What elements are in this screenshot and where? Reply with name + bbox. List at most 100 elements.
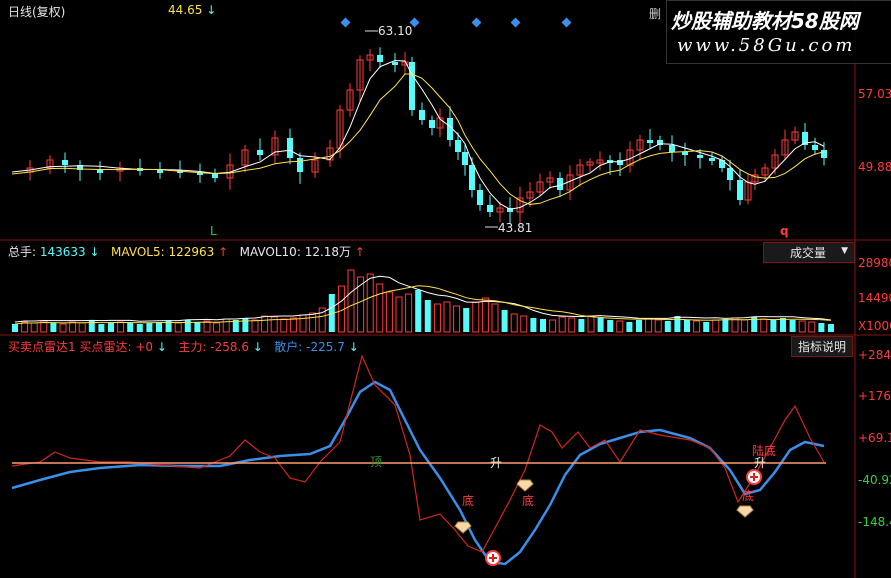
- left-marker: L: [210, 224, 217, 238]
- volume-bar: [213, 322, 221, 333]
- high-label: 63.10: [378, 24, 412, 38]
- gem-icon: [454, 521, 472, 534]
- indicator-header: 买卖点雷达1 买点雷达: +0 ↓ 主力: -258.6 ↓ 散户: -225.…: [8, 338, 359, 355]
- candle-body: [392, 62, 398, 65]
- zhuli-line: [11, 354, 825, 553]
- zhuli-value: -258.6: [210, 340, 249, 354]
- candle-body: [647, 140, 653, 143]
- watermark-line1: 炒股辅助教材58股网: [671, 9, 859, 33]
- volume-bar: [309, 312, 317, 333]
- candle-body: [212, 174, 218, 178]
- volume-bar: [127, 323, 134, 332]
- volume-bar: [30, 322, 38, 333]
- price-chart: [11, 47, 827, 224]
- sanhu-value: -225.7: [306, 340, 345, 354]
- ma5-value: 122963: [168, 245, 215, 259]
- volume-bar: [578, 319, 585, 332]
- volume-bar: [693, 320, 701, 333]
- volume-bar: [98, 324, 105, 332]
- volume-bar: [424, 300, 431, 332]
- candle-body: [669, 145, 675, 152]
- watermark-banner: 删 炒股辅助教材58股网 www.58Gu.com: [649, 0, 891, 64]
- volume-bar: [78, 322, 86, 333]
- signal-diamonds: [340, 17, 572, 28]
- annotation-sheng: 升: [754, 456, 766, 470]
- candle-body: [157, 170, 163, 173]
- ma5-line: [11, 59, 825, 210]
- volume-tick: 28980: [858, 256, 891, 270]
- volume-bar: [828, 324, 834, 332]
- volume-bar: [587, 315, 595, 333]
- volume-bar: [645, 318, 653, 333]
- volume-bar: [174, 322, 182, 333]
- indicator-tick: +284.2: [858, 348, 891, 362]
- candle-body: [287, 138, 293, 158]
- candle-body: [419, 110, 425, 120]
- volume-bar: [568, 317, 576, 333]
- volume-bar: [395, 296, 403, 333]
- candle-body: [682, 152, 688, 155]
- indicator-tick: +176.7: [858, 389, 891, 403]
- volume-bar: [549, 319, 557, 333]
- buy-radar-label: 买点雷达:: [79, 340, 132, 354]
- volume-bar: [520, 315, 528, 333]
- sanhu-line: [11, 380, 825, 566]
- sanhu-label: 散户:: [274, 340, 303, 354]
- volume-dropdown[interactable]: 成交量 ▼: [763, 242, 855, 263]
- volume-bar: [222, 318, 230, 333]
- ma10-value: 12.18万: [304, 245, 352, 259]
- volume-bar: [136, 324, 143, 332]
- candle-body: [821, 150, 827, 158]
- volume-bar: [366, 273, 374, 333]
- indicator-help-button[interactable]: 指标说明: [791, 336, 854, 357]
- candle-body: [737, 180, 743, 200]
- indicator-chart: [11, 354, 825, 566]
- price-tick: 57.03: [858, 87, 891, 101]
- volume-bar: [88, 320, 95, 332]
- volume-bar: [184, 320, 191, 332]
- volume-bar: [261, 315, 269, 333]
- low-label: 43.81: [498, 221, 532, 235]
- volume-bar: [376, 283, 384, 333]
- volume-bar: [12, 324, 18, 332]
- volume-bar: [501, 310, 508, 332]
- buy-radar-arrow: ↓: [156, 340, 167, 354]
- volume-bar: [798, 320, 806, 333]
- candle-body: [462, 152, 468, 165]
- volume-tick: 14490: [858, 291, 891, 305]
- volume-bar: [818, 323, 825, 332]
- volume-bar: [654, 319, 662, 333]
- candle-body: [377, 55, 383, 62]
- volume-bar: [780, 318, 786, 332]
- volume-bar: [607, 320, 614, 332]
- sanhu-arrow: ↓: [348, 340, 359, 354]
- volume-bar: [491, 303, 499, 333]
- annotation-sheng: 升: [490, 456, 502, 470]
- price-tick: 49.88: [858, 160, 891, 174]
- total-label: 总手:: [8, 245, 37, 259]
- annotation-di: 底: [522, 493, 534, 508]
- annotation-ding: 顶: [370, 455, 382, 469]
- volume-bar: [108, 323, 114, 332]
- candle-body: [429, 120, 435, 128]
- volume-bar: [760, 318, 768, 333]
- volume-bar: [59, 323, 67, 333]
- volume-bar: [117, 321, 125, 333]
- plus-circle-icon: [485, 550, 501, 566]
- volume-bar: [405, 293, 413, 333]
- volume-bar: [636, 320, 642, 332]
- volume-bar: [540, 319, 546, 332]
- volume-bar: [453, 305, 461, 333]
- volume-bar: [299, 314, 307, 333]
- volume-bar: [289, 317, 297, 333]
- volume-bar: [443, 301, 451, 333]
- volume-bar: [251, 319, 259, 333]
- indicator-tick: -148.4: [858, 515, 891, 529]
- annotation-di: 底: [742, 488, 754, 503]
- volume-bar: [722, 319, 729, 332]
- volume-bar: [347, 269, 355, 333]
- indicator-name: 买卖点雷达1: [8, 340, 76, 354]
- volume-bar: [674, 316, 681, 332]
- ma10-line: [11, 73, 825, 205]
- candle-body: [409, 62, 415, 110]
